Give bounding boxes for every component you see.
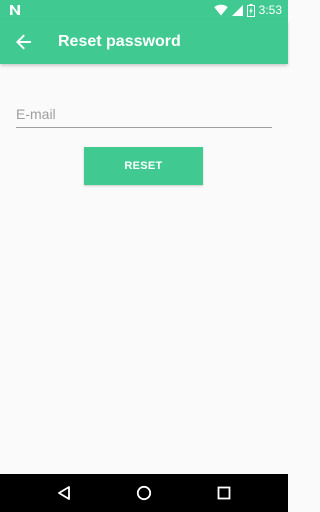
page-title: Reset password xyxy=(58,33,181,50)
notification-n-icon xyxy=(10,5,20,15)
reset-button[interactable]: RESET xyxy=(84,147,203,185)
back-triangle-icon xyxy=(58,486,70,500)
nav-back-button[interactable] xyxy=(52,481,76,505)
email-field[interactable] xyxy=(16,104,272,128)
wifi-icon xyxy=(213,4,228,16)
status-bar: 3:53 xyxy=(0,0,288,20)
back-button[interactable] xyxy=(10,28,38,56)
status-time: 3:53 xyxy=(258,3,282,17)
status-icons: 3:53 xyxy=(213,2,282,18)
system-nav-bar xyxy=(0,474,288,512)
home-circle-icon xyxy=(136,485,152,501)
battery-icon xyxy=(246,3,255,17)
app-bar: Reset password xyxy=(0,20,288,64)
recents-square-icon xyxy=(217,486,231,500)
arrow-back-icon xyxy=(16,34,31,50)
cell-signal-icon xyxy=(231,4,243,16)
nav-home-button[interactable] xyxy=(132,481,156,505)
nav-recents-button[interactable] xyxy=(212,481,236,505)
